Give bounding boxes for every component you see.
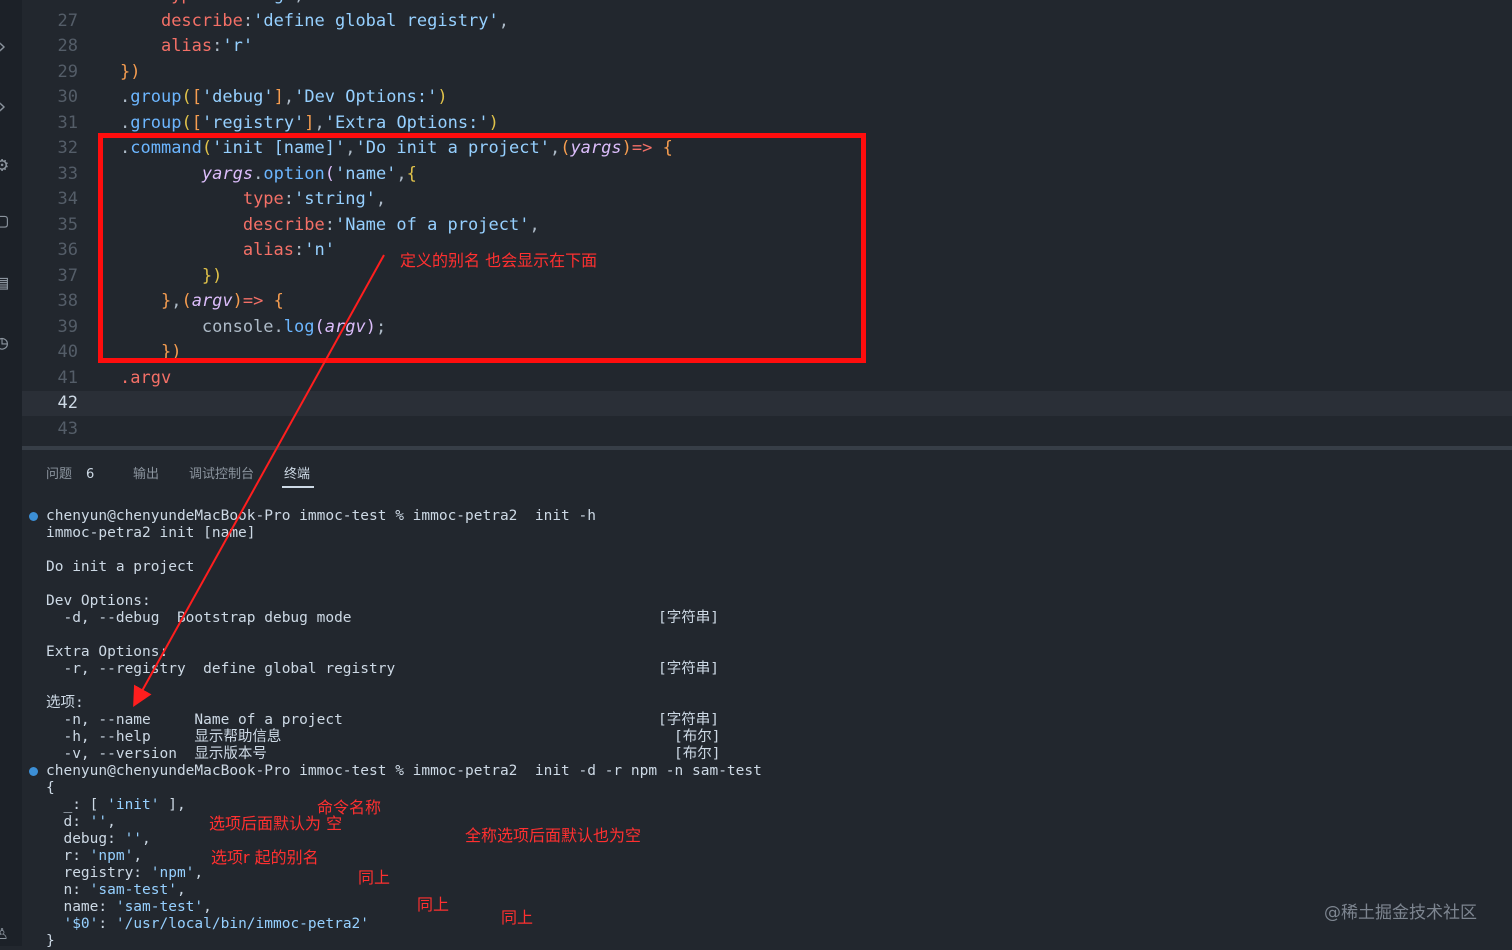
annotation-same-2: 同上 bbox=[417, 895, 450, 914]
annotation-empty-after-option: 选项后面默认为 空 bbox=[209, 814, 343, 833]
annotation-same-1: 同上 bbox=[358, 868, 391, 887]
annotation-full-option-empty: 全称选项后面默认也为空 bbox=[465, 826, 642, 845]
annotation-arrow bbox=[133, 254, 385, 707]
annotation-same-3: 同上 bbox=[501, 908, 534, 927]
watermark: @稀土掘金技术社区 bbox=[1324, 903, 1477, 923]
annotation-alias-r: 选项r 起的别名 bbox=[211, 848, 319, 867]
annotation-alias-note: 定义的别名 也会显示在下面 bbox=[400, 251, 598, 270]
